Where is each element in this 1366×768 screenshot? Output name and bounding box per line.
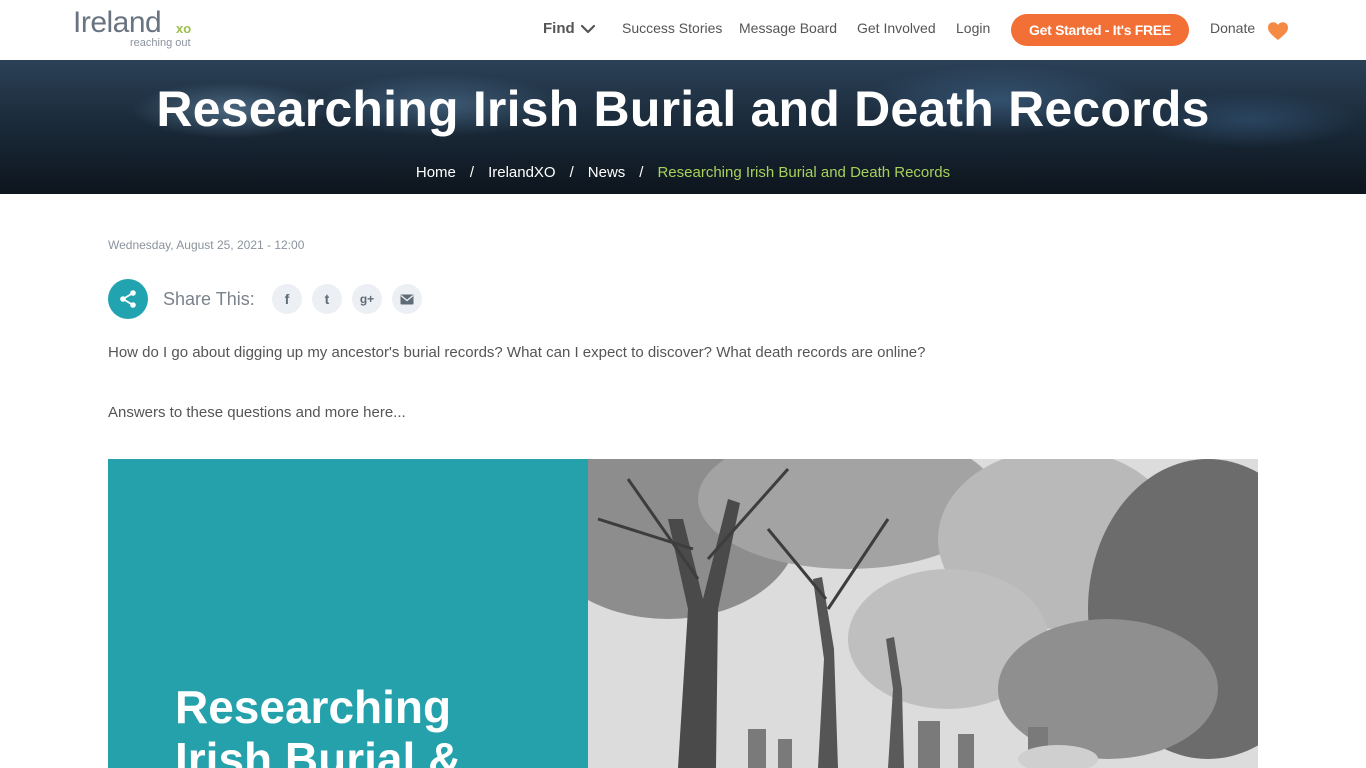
breadcrumb: Home / IrelandXO / News / Researching Ir… [0,164,1366,181]
share-icon [120,290,136,308]
heart-icon[interactable] [1267,21,1289,41]
nav-login[interactable]: Login [956,20,990,36]
feature-title-line: Irish Burial & [175,733,462,768]
feature-title-line: Researching [175,681,452,733]
twitter-icon: t [324,291,330,307]
breadcrumb-irelandxo[interactable]: IrelandXO [488,164,556,181]
email-icon [400,294,414,304]
feature-image: Researching Irish Burial & [108,459,1258,768]
share-label: Share This: [163,289,255,309]
breadcrumb-current: Researching Irish Burial and Death Recor… [657,164,951,181]
googleplus-share-button[interactable]: g+ [352,284,382,314]
googleplus-icon: g+ [359,292,375,306]
logo-wordmark: Ireland [73,6,162,39]
nav-get-involved[interactable]: Get Involved [857,20,936,36]
nav-find[interactable]: Find [543,20,575,37]
top-navigation-bar: Ireland xo reaching out Find Success Sto… [0,0,1366,60]
breadcrumb-home[interactable]: Home [416,164,456,181]
article-date: Wednesday, August 25, 2021 - 12:00 [108,238,305,252]
breadcrumb-news[interactable]: News [588,164,626,181]
irelandxo-logo[interactable]: Ireland xo reaching out [73,6,203,52]
email-share-button[interactable] [392,284,422,314]
article-paragraph: Answers to these questions and more here… [108,404,406,421]
facebook-share-button[interactable]: f [272,284,302,314]
nav-donate[interactable]: Donate [1210,20,1255,36]
hero-banner: Researching Irish Burial and Death Recor… [0,60,1366,194]
page-title: Researching Irish Burial and Death Recor… [156,81,1210,137]
get-started-button[interactable]: Get Started - It's FREE [1011,14,1189,46]
article-paragraph: How do I go about digging up my ancestor… [108,344,926,361]
breadcrumb-separator: / [569,164,574,181]
nav-success-stories[interactable]: Success Stories [622,20,722,36]
cemetery-illustration [538,459,1258,768]
logo-tagline: reaching out [130,37,191,49]
chevron-down-icon[interactable] [580,23,596,35]
feature-teal-panel: Researching Irish Burial & [108,459,588,768]
share-button[interactable] [108,279,148,319]
cemetery-photo [538,459,1258,768]
facebook-icon: f [284,291,290,307]
breadcrumb-separator: / [639,164,644,181]
twitter-share-button[interactable]: t [312,284,342,314]
logo-xo: xo [176,21,192,36]
breadcrumb-separator: / [469,164,475,181]
feature-image-title: Researching Irish Burial & [175,681,595,768]
nav-message-board[interactable]: Message Board [739,20,837,36]
